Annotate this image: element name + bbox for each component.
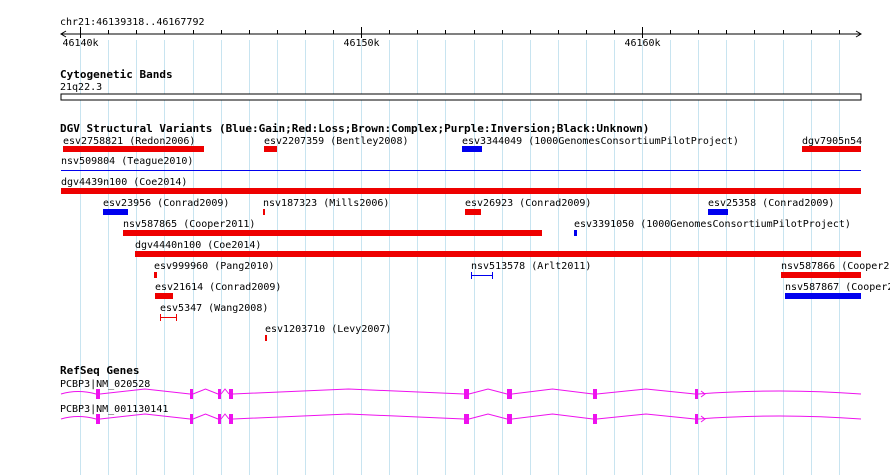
dgv-feature-label: esv26923 (Conrad2009) — [465, 198, 591, 209]
refseq-transcript-label: PCBP3|NM_001130141 — [60, 404, 168, 415]
refseq-exon[interactable] — [229, 414, 233, 424]
dgv-feature-bar[interactable] — [462, 146, 482, 152]
dgv-feature-bar[interactable] — [155, 293, 173, 299]
dgv-feature[interactable]: esv1203710 (Levy2007) — [265, 324, 391, 341]
refseq-exon[interactable] — [507, 389, 512, 399]
dgv-feature[interactable]: esv3391050 (1000GenomesConsortiumPilotPr… — [574, 219, 851, 236]
dgv-feature-label: esv25358 (Conrad2009) — [708, 198, 834, 209]
dgv-feature-label: dgv4440n100 (Coe2014) — [135, 240, 261, 251]
dgv-feature-label: esv1203710 (Levy2007) — [265, 324, 391, 335]
ruler-track: chr21:46139318..46167792 46140k 46150k 461… — [60, 17, 862, 49]
dgv-feature-bar[interactable] — [103, 209, 128, 215]
dgv-feature[interactable]: nsv587865 (Cooper2011) — [123, 219, 542, 236]
dgv-feature-bar[interactable] — [135, 251, 861, 257]
refseq-intron-line — [60, 413, 862, 420]
dgv-feature[interactable]: esv25358 (Conrad2009) — [708, 198, 834, 215]
genome-browser-view: chr21:46139318..46167792 46140k 46150k 461… — [60, 17, 890, 475]
dgv-feature[interactable]: nsv587866 (Cooper2011) — [781, 261, 890, 278]
dgv-feature[interactable]: esv26923 (Conrad2009) — [465, 198, 591, 215]
ruler-tick-label: 46150k — [343, 38, 379, 49]
dgv-feature[interactable]: nsv587867 (Cooper2011) — [785, 282, 890, 299]
dgv-feature[interactable]: esv999960 (Pang2010) — [154, 261, 274, 278]
dgv-feature[interactable]: dgv7905n54 — [802, 136, 862, 152]
dgv-feature-bar[interactable] — [574, 230, 577, 236]
dgv-feature[interactable]: nsv513578 (Arlt2011) — [471, 261, 591, 279]
dgv-feature-label: esv999960 (Pang2010) — [154, 261, 274, 272]
ruler-tick-label: 46160k — [624, 38, 660, 49]
dgv-feature[interactable]: nsv187323 (Mills2006) — [263, 198, 389, 215]
dgv-track-title: DGV Structural Variants (Blue:Gain;Red:L… — [60, 122, 649, 135]
refseq-exon[interactable] — [229, 389, 233, 399]
refseq-exon[interactable] — [695, 389, 698, 399]
dgv-feature-label: nsv187323 (Mills2006) — [263, 198, 389, 209]
refseq-transcript-list: PCBP3|NM_020528 PCBP3|NM_001130141 — [60, 379, 862, 424]
dgv-feature[interactable]: esv3344049 (1000GenomesConsortiumPilotPr… — [462, 136, 739, 152]
dgv-feature-bar[interactable] — [785, 293, 861, 299]
dgv-feature[interactable]: esv21614 (Conrad2009) — [155, 282, 281, 299]
dgv-feature-bar[interactable] — [802, 146, 861, 152]
refseq-exon[interactable] — [593, 414, 597, 424]
dgv-feature-list: esv2758821 (Redon2006) esv2207359 (Bentle… — [61, 136, 890, 341]
refseq-exon[interactable] — [218, 389, 221, 399]
dgv-feature-label: esv3344049 (1000GenomesConsortiumPilotPr… — [462, 136, 739, 147]
refseq-transcript-label: PCBP3|NM_020528 — [60, 379, 150, 390]
dgv-feature-bar[interactable] — [263, 209, 265, 215]
refseq-exon[interactable] — [190, 414, 193, 424]
refseq-exon[interactable] — [464, 389, 469, 399]
dgv-feature-label: esv3391050 (1000GenomesConsortiumPilotPr… — [574, 219, 851, 230]
vertical-grid — [80, 40, 840, 475]
dgv-feature-label: nsv587867 (Cooper2011) — [785, 282, 890, 293]
refseq-exon[interactable] — [190, 389, 193, 399]
dgv-feature-bar[interactable] — [465, 209, 481, 215]
dgv-feature-label: dgv4439n100 (Coe2014) — [61, 177, 187, 188]
refseq-track-title: RefSeq Genes — [60, 364, 139, 377]
dgv-feature[interactable]: nsv509804 (Teague2010) — [61, 156, 861, 171]
refseq-transcript[interactable]: PCBP3|NM_001130141 — [60, 404, 862, 424]
dgv-feature-label: nsv587865 (Cooper2011) — [123, 219, 255, 230]
refseq-exon[interactable] — [464, 414, 469, 424]
refseq-track: RefSeq Genes PCBP3|NM_020528 PCBP3|NM_001… — [60, 364, 862, 424]
dgv-feature[interactable]: dgv4439n100 (Coe2014) — [61, 177, 861, 194]
ruler-ticks: 46140k 46150k 46160k — [60, 27, 862, 49]
refseq-exon[interactable] — [695, 414, 698, 424]
dgv-feature[interactable]: esv23956 (Conrad2009) — [103, 198, 229, 215]
dgv-feature-bar[interactable] — [708, 209, 728, 215]
cytoband-track: Cytogenetic Bands 21q22.3 — [60, 68, 862, 101]
dgv-feature-label: esv5347 (Wang2008) — [160, 303, 268, 314]
dgv-feature-label: esv23956 (Conrad2009) — [103, 198, 229, 209]
dgv-feature-bar[interactable] — [63, 146, 204, 152]
dgv-feature-label: nsv513578 (Arlt2011) — [471, 261, 591, 272]
dgv-feature[interactable]: esv2207359 (Bentley2008) — [264, 136, 409, 152]
cytoband-bar[interactable] — [60, 93, 862, 101]
dgv-feature-bar[interactable] — [154, 272, 157, 278]
ruler-tick-label: 46140k — [62, 38, 98, 49]
refseq-exon[interactable] — [96, 389, 100, 399]
dgv-feature-bar[interactable] — [61, 188, 861, 194]
dgv-feature-label: nsv509804 (Teague2010) — [61, 156, 193, 167]
cytoband-track-title: Cytogenetic Bands — [60, 68, 173, 81]
dgv-feature-label: esv2758821 (Redon2006) — [63, 136, 195, 147]
dgv-feature[interactable]: esv2758821 (Redon2006) — [63, 136, 204, 152]
refseq-exon[interactable] — [96, 414, 100, 424]
dgv-feature-bar[interactable] — [265, 335, 267, 341]
refseq-exon[interactable] — [218, 414, 221, 424]
dgv-feature[interactable]: esv5347 (Wang2008) — [160, 303, 268, 321]
dgv-feature[interactable]: dgv4440n100 (Coe2014) — [135, 240, 861, 257]
dgv-feature-bar[interactable] — [123, 230, 542, 236]
refseq-transcript[interactable]: PCBP3|NM_020528 — [60, 379, 862, 399]
refseq-exon[interactable] — [507, 414, 512, 424]
dgv-feature-label: esv21614 (Conrad2009) — [155, 282, 281, 293]
dgv-feature-label: esv2207359 (Bentley2008) — [264, 136, 409, 147]
cytoband-band-label: 21q22.3 — [60, 82, 102, 93]
refseq-exon[interactable] — [593, 389, 597, 399]
dgv-feature-bar[interactable] — [781, 272, 861, 278]
refseq-intron-line — [60, 388, 862, 395]
dgv-feature-bar[interactable] — [264, 146, 277, 152]
dgv-feature-label: nsv587866 (Cooper2011) — [781, 261, 890, 272]
dgv-feature-label: dgv7905n54 — [802, 136, 862, 147]
location-label: chr21:46139318..46167792 — [60, 17, 205, 28]
